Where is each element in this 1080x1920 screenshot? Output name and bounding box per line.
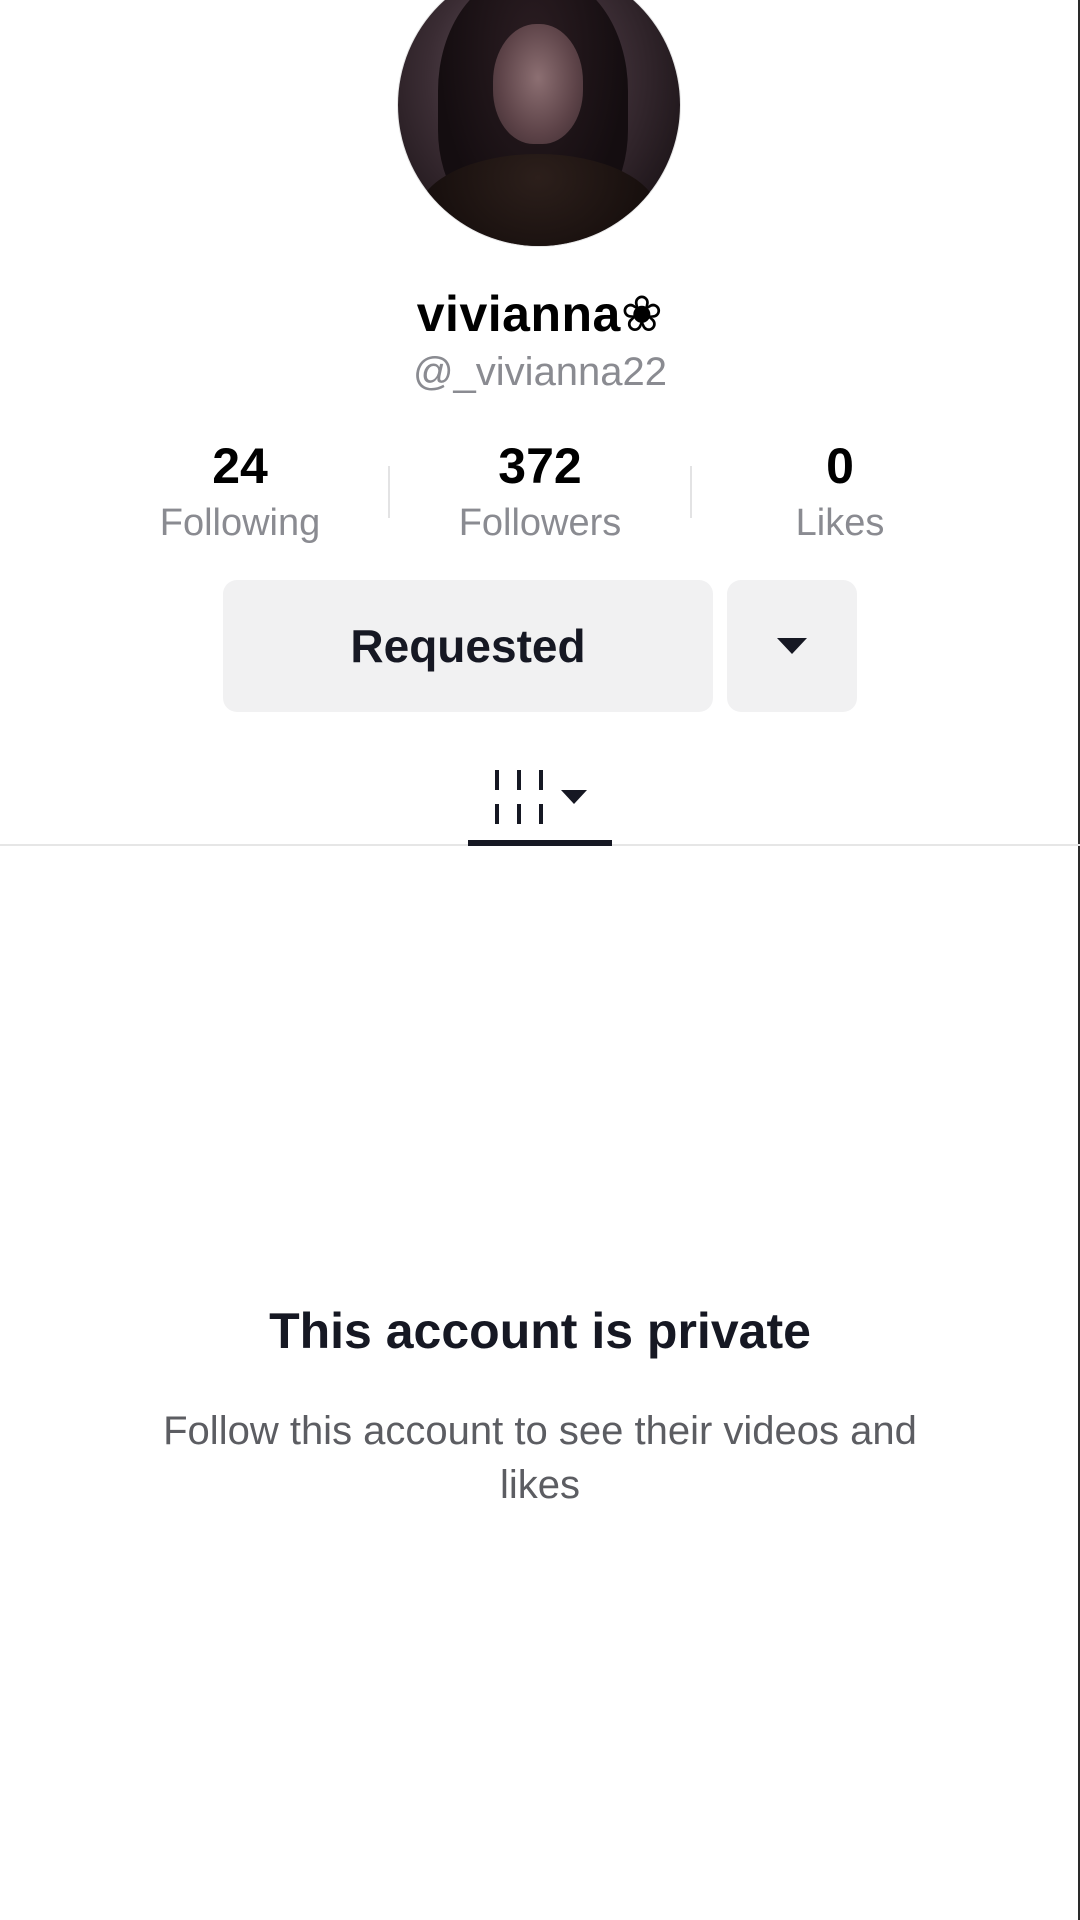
- followers-count: 372: [498, 438, 582, 494]
- username: @_vivianna22: [412, 350, 668, 394]
- grid-icon: [495, 770, 543, 824]
- stat-followers[interactable]: 372 Followers: [420, 440, 660, 545]
- chevron-down-icon: [561, 790, 587, 804]
- likes-label: Likes: [795, 502, 885, 544]
- stat-divider: [388, 466, 390, 518]
- stat-likes: 0 Likes: [720, 440, 960, 545]
- tab-active-indicator: [468, 840, 612, 846]
- likes-count: 0: [826, 438, 854, 494]
- avatar-face: [493, 24, 583, 144]
- followers-label: Followers: [458, 502, 622, 544]
- following-count: 24: [212, 438, 268, 494]
- caret-down-icon: [777, 638, 807, 654]
- tab-videos[interactable]: [468, 750, 612, 846]
- private-account-subtitle: Follow this account to see their videos …: [163, 1409, 917, 1507]
- avatar[interactable]: [398, 0, 680, 246]
- more-options-button[interactable]: [727, 580, 857, 712]
- display-name: vivianna❀: [416, 286, 664, 342]
- private-account-title: This account is private: [269, 1303, 811, 1359]
- stat-divider: [690, 466, 692, 518]
- following-label: Following: [159, 502, 321, 544]
- requested-button[interactable]: Requested: [223, 580, 713, 712]
- stat-following[interactable]: 24 Following: [120, 440, 360, 545]
